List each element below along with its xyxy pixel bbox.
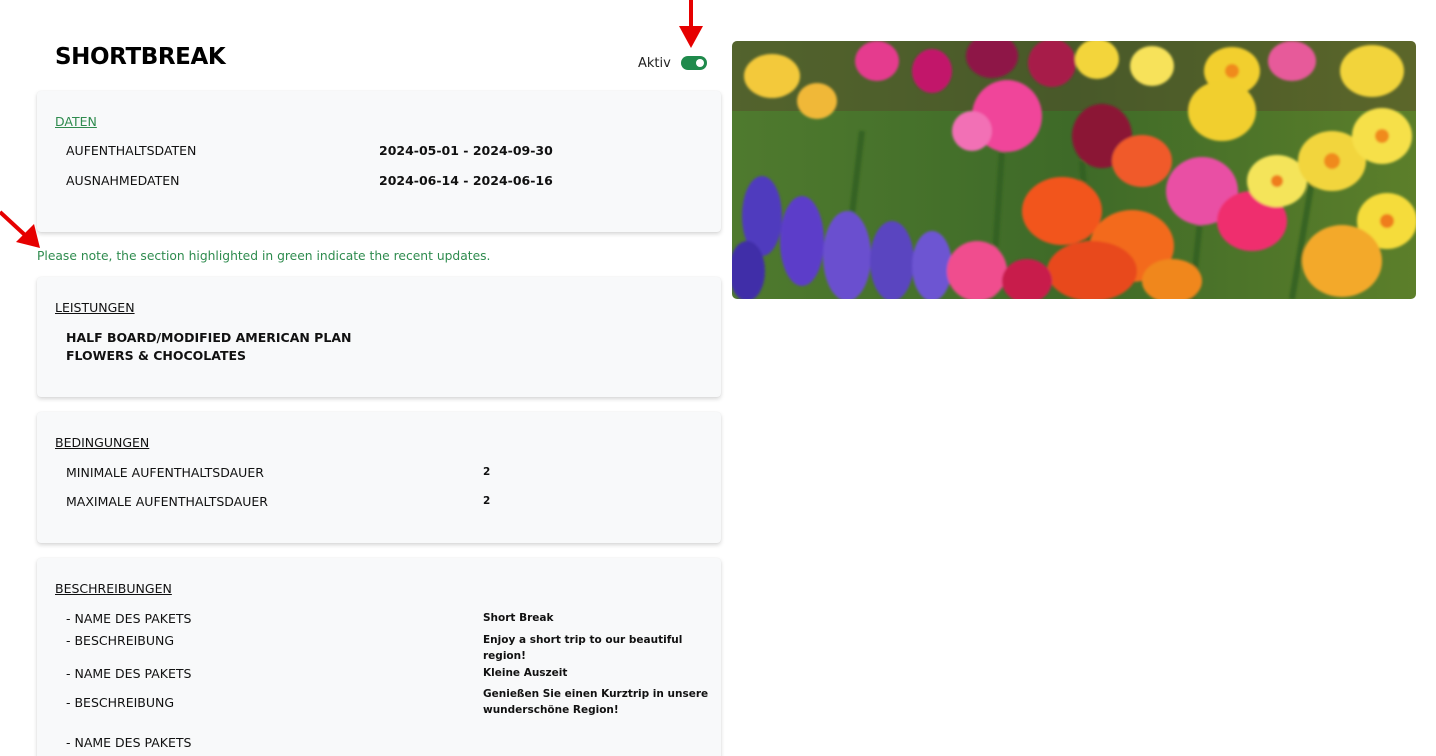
leistungen-heading[interactable]: LEISTUNGEN — [55, 300, 135, 315]
daten-card: DATEN AUFENTHALTSDATEN 2024-05-01 - 2024… — [37, 91, 721, 232]
min-stay-label: MINIMALE AUFENTHALTSDAUER — [66, 465, 264, 480]
active-toggle-label: Aktiv — [638, 56, 671, 71]
update-note: Please note, the section highlighted in … — [37, 249, 491, 263]
red-arrow-icon — [0, 210, 40, 248]
package-detail-page: SHORTBREAK Aktiv DATEN AUFENTHALTSDATEN … — [0, 0, 1436, 756]
description-value: Enjoy a short trip to our beautiful regi… — [483, 634, 683, 662]
bedingungen-heading[interactable]: BEDINGUNGEN — [55, 435, 149, 450]
package-name-value: Kleine Auszeit — [483, 667, 568, 679]
min-stay-value: 2 — [483, 466, 491, 478]
package-name-label: - NAME DES PAKETS — [66, 666, 192, 681]
ausnahmedaten-value: 2024-06-14 - 2024-06-16 — [379, 173, 553, 188]
red-arrow-icon — [679, 0, 703, 48]
service-item: FLOWERS & CHOCOLATES — [66, 348, 247, 363]
flowers-illustration — [732, 41, 1416, 299]
package-name-label: - NAME DES PAKETS — [66, 735, 192, 750]
aufenthaltsdaten-value: 2024-05-01 - 2024-09-30 — [379, 143, 553, 158]
toggle-knob — [695, 58, 704, 67]
active-toggle-switch[interactable] — [680, 55, 707, 70]
bedingungen-card: BEDINGUNGEN MINIMALE AUFENTHALTSDAUER 2 … — [37, 412, 721, 543]
leistungen-card: LEISTUNGEN HALF BOARD/MODIFIED AMERICAN … — [37, 277, 721, 397]
max-stay-value: 2 — [483, 495, 491, 507]
description-label: - BESCHREIBUNG — [66, 695, 175, 710]
flowers-photo-image — [732, 41, 1416, 299]
daten-heading[interactable]: DATEN — [55, 114, 97, 129]
package-name-label: - NAME DES PAKETS — [66, 611, 192, 626]
beschreibungen-heading[interactable]: BESCHREIBUNGEN — [55, 581, 172, 596]
description-label: - BESCHREIBUNG — [66, 633, 175, 648]
aufenthaltsdaten-label: AUFENTHALTSDATEN — [66, 143, 197, 158]
package-name-value: Short Break — [483, 612, 554, 624]
page-title: SHORTBREAK — [55, 44, 226, 70]
max-stay-label: MAXIMALE AUFENTHALTSDAUER — [66, 494, 268, 509]
description-value-line-2: wunderschöne Region! — [483, 704, 619, 716]
active-toggle-group: Aktiv — [638, 54, 707, 71]
service-item: HALF BOARD/MODIFIED AMERICAN PLAN — [66, 330, 352, 345]
ausnahmedaten-label: AUSNAHMEDATEN — [66, 173, 180, 188]
description-value-line-1: Genießen Sie einen Kurztrip in unsere — [483, 688, 709, 700]
beschreibungen-card: BESCHREIBUNGEN - NAME DES PAKETS Short B… — [37, 558, 721, 756]
